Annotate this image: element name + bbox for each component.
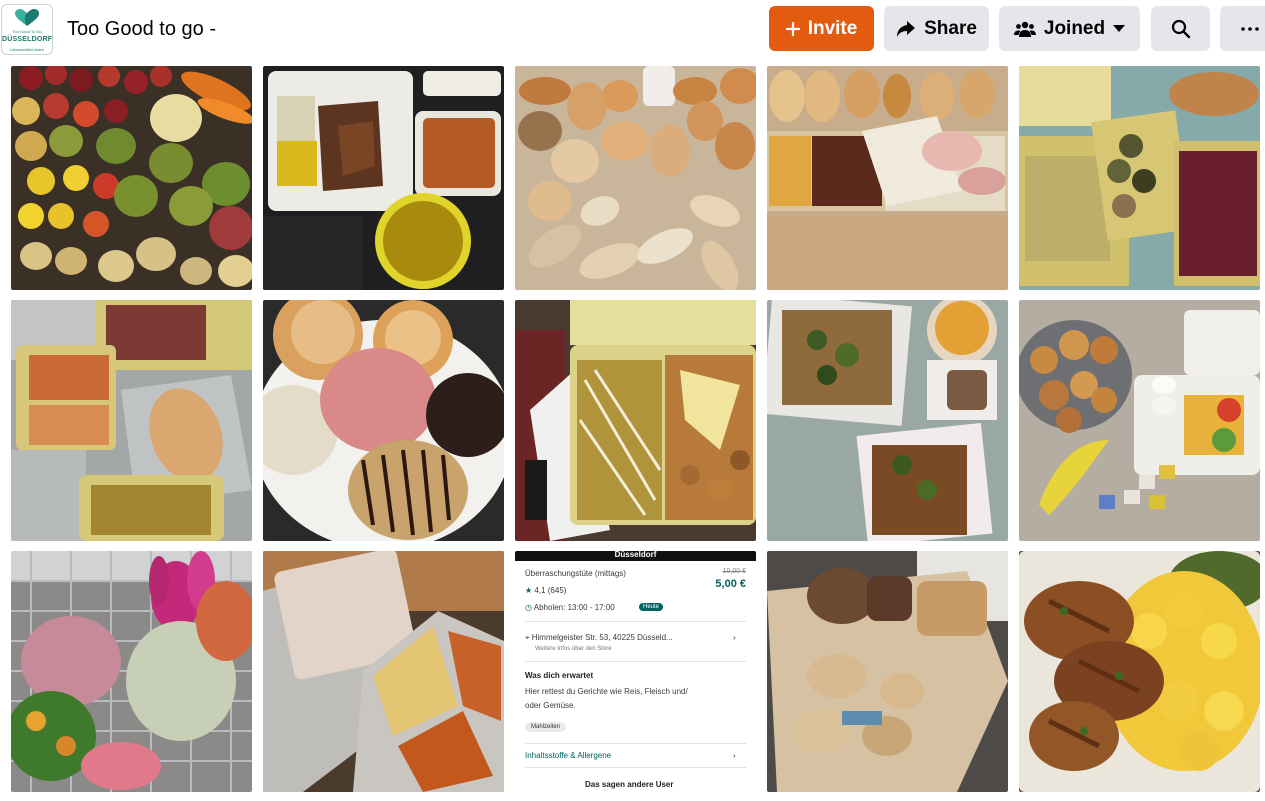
app-price-old: 10,00 € — [722, 568, 746, 575]
photo-takeaway-meal[interactable] — [263, 66, 504, 290]
photo-curry-trays[interactable] — [263, 551, 504, 792]
chevron-right-icon: › — [733, 633, 736, 642]
grilled-chicken-image — [1019, 551, 1260, 792]
takeaway-salads-image — [1019, 66, 1260, 290]
app-address-text: Himmelgeister Str. 53, 40225 Düsseld... — [531, 633, 673, 642]
app-address: ⌖ Himmelgeister Str. 53, 40225 Düsseld..… — [525, 633, 673, 643]
photo-breakfast-box[interactable] — [1019, 300, 1260, 541]
photo-grilled-chicken[interactable] — [1019, 551, 1260, 792]
curry-trays-image — [263, 551, 504, 792]
joined-button[interactable]: Joined — [999, 6, 1140, 51]
share-button[interactable]: Share — [884, 6, 989, 51]
photo-foil-trays[interactable] — [11, 300, 252, 541]
app-price: 5,00 € — [715, 578, 746, 590]
app-ingredients-link: Inhaltsstoffe & Allergene — [525, 751, 612, 760]
donuts-image — [263, 300, 504, 541]
app-divider — [525, 767, 746, 768]
group-header: Too Good To Go DÜSSELDORF Lebensmittel r… — [0, 0, 1265, 60]
more-icon — [1240, 26, 1259, 31]
location-icon: ⌖ — [525, 633, 530, 642]
caret-down-icon — [1113, 24, 1126, 32]
fruit-vegetables-image — [11, 66, 252, 290]
app-divider — [525, 621, 746, 622]
more-options-button[interactable] — [1220, 6, 1265, 51]
app-description-1: Hier rettest du Gerichte wie Reis, Fleis… — [525, 687, 688, 696]
app-reviews-heading: Das sagen andere User — [585, 780, 674, 789]
photo-takeaway-salads[interactable] — [1019, 66, 1260, 290]
app-section-title: Was dich erwartet — [525, 671, 594, 680]
search-button[interactable] — [1151, 6, 1210, 51]
photo-grid: Düsseldorf Überraschungstüte (mittags) 1… — [11, 66, 1261, 796]
photo-breads-paper[interactable] — [767, 551, 1008, 792]
takeaway-meal-image — [263, 66, 504, 290]
photo-donuts[interactable] — [263, 300, 504, 541]
app-rating-value: 4,1 (645) — [534, 586, 567, 595]
invite-label: Invite — [807, 17, 858, 39]
share-label: Share — [924, 17, 977, 39]
app-divider — [525, 743, 746, 744]
breakfast-box-image — [1019, 300, 1260, 541]
app-divider — [525, 661, 746, 662]
plus-icon — [785, 21, 800, 36]
invite-button[interactable]: Invite — [769, 6, 874, 51]
app-rating: ★ 4,1 (645) — [525, 586, 566, 595]
app-pickup-badge: Heute — [639, 603, 664, 611]
deli-trays-image — [767, 66, 1008, 290]
search-icon — [1171, 19, 1190, 38]
group-icon — [1013, 21, 1036, 37]
app-pickup: ◷ Abholen: 13:00 - 17:00 — [525, 603, 615, 612]
group-title[interactable]: Too Good to go - — [67, 17, 216, 41]
photo-takeaway-box[interactable] — [515, 300, 756, 541]
foil-trays-image — [11, 300, 252, 541]
group-logo[interactable]: Too Good To Go DÜSSELDORF Lebensmittel r… — [1, 4, 53, 55]
clock-icon: ◷ — [525, 603, 532, 612]
app-screenshot-image: Düsseldorf Überraschungstüte (mittags) 1… — [515, 551, 756, 792]
star-icon: ★ — [525, 586, 533, 595]
logo-line-1: Too Good To Go — [12, 29, 42, 34]
app-tag: Mahlzeiten — [525, 722, 567, 732]
photo-app-screenshot[interactable]: Düsseldorf Überraschungstüte (mittags) 1… — [515, 551, 756, 792]
share-arrow-icon — [897, 20, 916, 37]
logo-line-2: DÜSSELDORF — [2, 36, 53, 43]
app-item-title: Überraschungstüte (mittags) — [525, 569, 626, 578]
plants-cart-image — [11, 551, 252, 792]
salad-boxes-image — [767, 300, 1008, 541]
bread-pastries-image — [515, 66, 756, 290]
app-description-2: oder Gemüse. — [525, 701, 576, 710]
chevron-right-icon: › — [733, 751, 736, 760]
breads-paper-image — [767, 551, 1008, 792]
app-screenshot-header: Düsseldorf — [515, 551, 756, 561]
takeaway-box-image — [515, 300, 756, 541]
app-pickup-time: Abholen: 13:00 - 17:00 — [533, 603, 615, 612]
logo-line-3: Lebensmittel retten — [9, 47, 45, 52]
photo-plants-cart[interactable] — [11, 551, 252, 792]
photo-deli-trays[interactable] — [767, 66, 1008, 290]
photo-fruit-vegetables[interactable] — [11, 66, 252, 290]
photo-bread-pastries[interactable] — [515, 66, 756, 290]
heart-logo-icon — [15, 9, 39, 26]
app-address-sub: Weitere Infos über den Store — [535, 646, 612, 652]
joined-label: Joined — [1043, 17, 1106, 39]
photo-salad-boxes[interactable] — [767, 300, 1008, 541]
